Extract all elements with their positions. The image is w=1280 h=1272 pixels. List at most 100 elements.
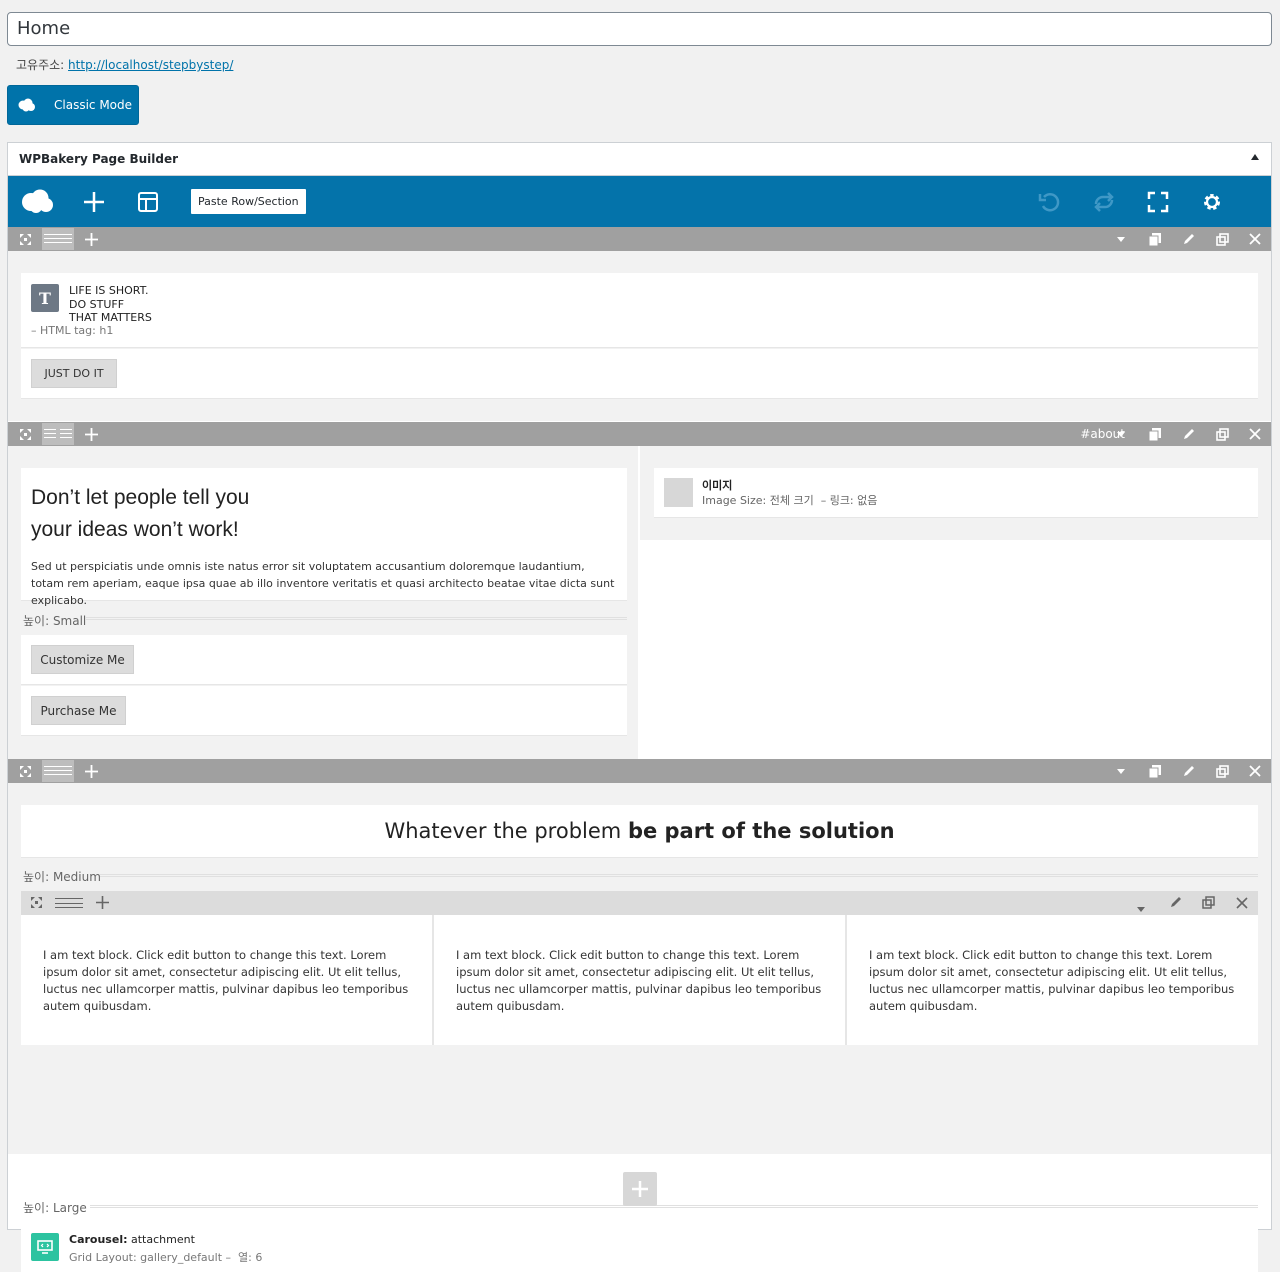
post-title-input[interactable]: Home: [7, 12, 1272, 46]
row-toggle-icon[interactable]: [1113, 759, 1129, 783]
carousel-meta: Grid Layout: gallery_default – 열: 6: [69, 1251, 263, 1264]
row-copy-icon[interactable]: [1146, 759, 1164, 783]
row-toggle-icon[interactable]: [1113, 422, 1129, 446]
row-move-icon[interactable]: [14, 422, 36, 446]
carousel-element[interactable]: Carousel: attachment Grid Layout: galler…: [21, 1223, 1258, 1272]
custom-heading-element[interactable]: T LIFE IS SHORT. DO STUFF THAT MATTERS –…: [21, 273, 1258, 348]
headline-line-1: Don’t let people tell you: [31, 486, 250, 509]
redo-icon[interactable]: [1091, 176, 1117, 227]
inner-row-edit-icon[interactable]: [1169, 896, 1182, 912]
row-1-controls: [8, 227, 1271, 251]
heading-line-2: DO STUFF: [69, 297, 125, 311]
headline-line-2: your ideas won’t work!: [31, 518, 239, 541]
image-element-title: 이미지: [702, 479, 733, 492]
carousel-icon: [31, 1233, 59, 1261]
inner-row-layout-handle[interactable]: [55, 898, 83, 908]
text-heading-icon: T: [31, 284, 59, 312]
text-block-column-3[interactable]: I am text block. Click edit button to ch…: [847, 915, 1258, 1045]
row-layout-handle[interactable]: [42, 423, 74, 445]
row-layout-handle[interactable]: [42, 228, 74, 250]
row-add-icon[interactable]: [82, 227, 100, 251]
templates-icon[interactable]: [136, 176, 160, 227]
separator-small-label: 높이: Small: [23, 614, 87, 628]
inner-row-controls: [21, 891, 1258, 915]
collapse-arrow-icon[interactable]: [1251, 154, 1259, 160]
section-heading-element[interactable]: Whatever the problem be part of the solu…: [21, 805, 1258, 858]
row-move-icon[interactable]: [14, 227, 36, 251]
single-image-element[interactable]: 이미지 Image Size: 전체 크기 – 링크: 없음: [654, 468, 1258, 518]
row-edit-pencil-icon[interactable]: [1179, 422, 1197, 446]
row-toggle-icon[interactable]: [1113, 227, 1129, 251]
panel-header[interactable]: WPBakery Page Builder: [8, 143, 1271, 176]
separator-line: [100, 874, 1258, 877]
heading-meta: – HTML tag: h1: [31, 324, 114, 337]
paste-row-button[interactable]: Paste Row/Section: [191, 189, 306, 214]
inner-row-move-icon[interactable]: [30, 896, 43, 912]
separator-medium-label: 높이: Medium: [23, 870, 101, 884]
row-delete-icon[interactable]: [1246, 422, 1264, 446]
column-left: Don’t let people tell you your ideas won…: [8, 446, 638, 759]
separator-line: [90, 1205, 1258, 1208]
row-move-icon[interactable]: [14, 759, 36, 783]
heading-bold-text: be part of the solution: [627, 819, 895, 843]
purchase-me-button[interactable]: Purchase Me: [31, 696, 126, 725]
classic-mode-button[interactable]: Classic Mode: [7, 85, 139, 125]
inner-row-toggle-icon[interactable]: [1137, 901, 1145, 915]
wpbakery-panel: WPBakery Page Builder Paste Row/Section: [7, 142, 1272, 1272]
fullscreen-icon[interactable]: [1145, 176, 1171, 227]
row-add-icon[interactable]: [82, 422, 100, 446]
undo-icon[interactable]: [1036, 176, 1062, 227]
row-layout-handle[interactable]: [42, 760, 74, 782]
row-3-body: Whatever the problem be part of the solu…: [8, 783, 1271, 1272]
row-delete-icon[interactable]: [1246, 759, 1264, 783]
row-delete-icon[interactable]: [1246, 227, 1264, 251]
customize-me-button[interactable]: Customize Me: [31, 645, 134, 674]
image-element-meta: Image Size: 전체 크기 – 링크: 없음: [702, 494, 878, 507]
permalink-label: 고유주소:: [16, 58, 65, 72]
row-3-controls: [8, 759, 1271, 783]
image-placeholder-icon: [664, 478, 693, 507]
row-clone-icon[interactable]: [1213, 227, 1231, 251]
row-edit-pencil-icon[interactable]: [1179, 759, 1197, 783]
add-row-button[interactable]: [623, 1172, 657, 1206]
row-2-controls: #about: [8, 422, 1271, 446]
cloud-icon: [18, 98, 35, 112]
panel-title: WPBakery Page Builder: [19, 152, 179, 166]
add-element-icon[interactable]: [82, 176, 106, 227]
button-element[interactable]: Customize Me: [21, 635, 627, 685]
column-right: 이미지 Image Size: 전체 크기 – 링크: 없음: [640, 446, 1271, 540]
button-element[interactable]: JUST DO IT: [21, 349, 1258, 399]
row-clone-icon[interactable]: [1213, 759, 1231, 783]
carousel-value: attachment: [131, 1233, 195, 1246]
row-edit-pencil-icon[interactable]: [1179, 227, 1197, 251]
row-clone-icon[interactable]: [1213, 422, 1231, 446]
body-text: Sed ut perspiciatis unde omnis iste natu…: [31, 560, 615, 607]
row-copy-icon[interactable]: [1146, 422, 1164, 446]
inner-row-clone-icon[interactable]: [1202, 896, 1215, 912]
text-block-column-1[interactable]: I am text block. Click edit button to ch…: [21, 915, 432, 1045]
permalink-url[interactable]: http://localhost/stepbystep/: [68, 58, 233, 72]
carousel-label: Carousel:: [69, 1233, 128, 1246]
inner-row-delete-icon[interactable]: [1236, 897, 1248, 912]
row-add-icon[interactable]: [82, 759, 100, 783]
inner-row-columns: I am text block. Click edit button to ch…: [21, 915, 1258, 1045]
heading-line-1: LIFE IS SHORT.: [69, 284, 149, 297]
settings-gear-icon[interactable]: [1199, 176, 1225, 227]
classic-mode-label: Classic Mode: [54, 98, 133, 112]
text-block-column-2[interactable]: I am text block. Click edit button to ch…: [434, 915, 845, 1045]
button-element[interactable]: Purchase Me: [21, 686, 627, 736]
plus-icon: [632, 1181, 648, 1197]
wpbakery-logo-icon[interactable]: [20, 176, 56, 227]
separator-large-label: 높이: Large: [23, 1201, 87, 1215]
row-1-body: T LIFE IS SHORT. DO STUFF THAT MATTERS –…: [8, 251, 1271, 421]
row-copy-icon[interactable]: [1146, 227, 1164, 251]
inner-row-add-icon[interactable]: [96, 896, 109, 912]
text-block-element[interactable]: Don’t let people tell you your ideas won…: [21, 468, 627, 607]
heading-line-3: THAT MATTERS: [69, 311, 152, 324]
just-do-it-button[interactable]: JUST DO IT: [31, 359, 117, 388]
separator-line: [86, 617, 627, 620]
heading-light-text: Whatever the problem: [384, 819, 622, 843]
row-2-body: Don’t let people tell you your ideas won…: [8, 446, 1271, 759]
permalink: 고유주소: http://localhost/stepbystep/: [16, 56, 233, 73]
builder-toolbar: Paste Row/Section: [8, 176, 1271, 227]
